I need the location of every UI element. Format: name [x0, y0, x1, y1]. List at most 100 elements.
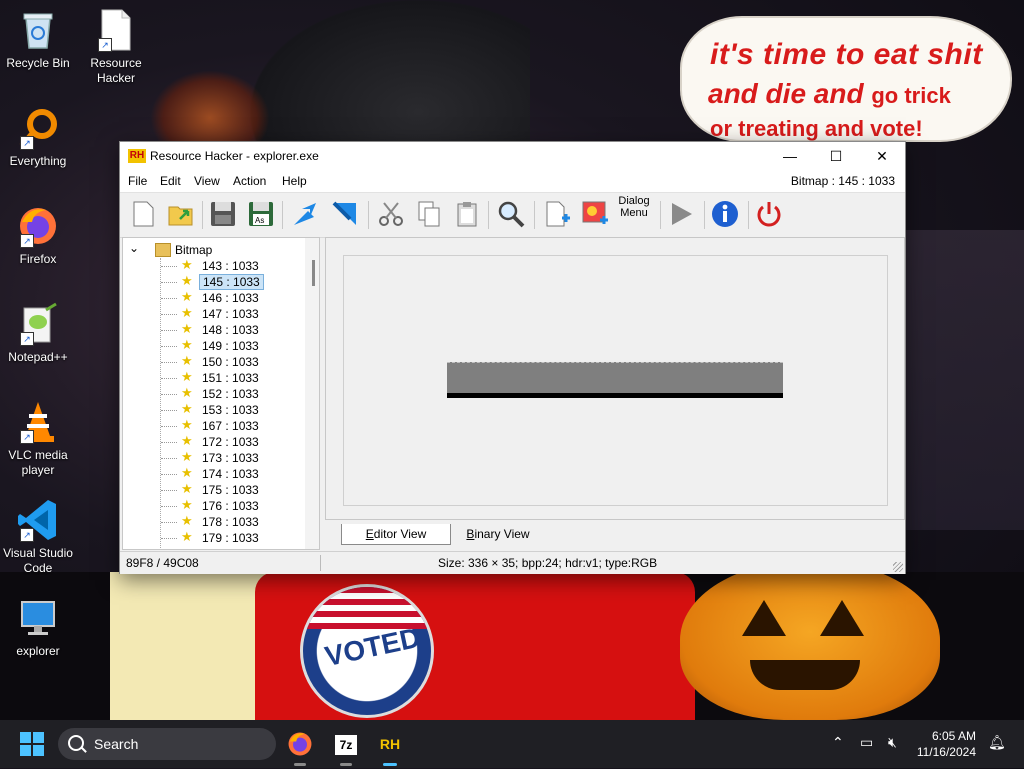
tree-connector	[161, 490, 177, 491]
view-tabs: Editor View Binary View	[325, 522, 903, 548]
taskbar-firefox[interactable]	[284, 728, 316, 766]
paste-clipboard-icon[interactable]	[452, 199, 482, 229]
everything-search-icon: ↗	[16, 106, 60, 150]
star-icon: ★	[181, 257, 193, 272]
tree-item-label: 179 : 1033	[202, 531, 259, 545]
star-icon: ★	[181, 353, 193, 368]
network-icon[interactable]: ▭	[860, 734, 873, 751]
taskbar-7zip[interactable]: 7z	[330, 728, 362, 766]
volume-muted-icon[interactable]: 🔇︎	[888, 734, 897, 751]
add-resource-icon[interactable]	[542, 199, 572, 229]
star-icon: ★	[181, 337, 193, 352]
tree-connector	[161, 314, 177, 315]
pumpkin-eye-right	[820, 600, 864, 636]
compile-arrow-icon[interactable]	[290, 199, 320, 229]
desktop-icon-label: Recycle Bin	[6, 56, 70, 70]
save-as-icon[interactable]: As	[246, 199, 276, 229]
tree-item-label: 149 : 1033	[202, 339, 259, 353]
dialog-menu-button[interactable]: Dialog Menu	[616, 195, 652, 235]
search-icon	[68, 735, 84, 751]
speech-line-3: or treating and vote!	[710, 116, 923, 141]
open-file-icon[interactable]	[166, 199, 196, 229]
tree-connector	[161, 330, 177, 331]
tree-scrollbar[interactable]	[305, 238, 319, 549]
resize-grip[interactable]	[893, 562, 903, 572]
star-icon: ★	[181, 465, 193, 480]
pane-splitter[interactable]	[320, 237, 324, 548]
taskbar-resource-hacker[interactable]: RH	[374, 728, 406, 766]
shortcut-arrow-icon: ↗	[20, 528, 34, 542]
taskbar: Search 7z RH ⌃ ▭ 🔇︎ 6:05 AM 11/16/2024 🔔…	[0, 720, 1024, 768]
menu-help[interactable]: Help	[282, 174, 307, 188]
desktop-icon-recycle-bin[interactable]: Recycle Bin	[0, 8, 76, 71]
save-icon[interactable]	[208, 199, 238, 229]
tab-binary-view[interactable]: Binary View	[455, 524, 541, 544]
menu-edit[interactable]: Edit	[160, 174, 181, 188]
tree-connector	[161, 346, 177, 347]
desktop-icon-vscode[interactable]: ↗ Visual Studio Code	[0, 498, 76, 576]
maximize-button[interactable]: ☐	[813, 142, 859, 170]
desktop-icon-notepad-plus-plus[interactable]: ↗ Notepad++	[0, 302, 76, 365]
resource-tree[interactable]: ⌄ Bitmap ★ 143 : 1033 ★ 145 : 1033 ★ 146 : 10…	[122, 237, 320, 550]
info-icon[interactable]	[710, 199, 740, 229]
cut-scissors-icon[interactable]	[376, 199, 406, 229]
desktop-icon-explorer[interactable]: explorer	[0, 596, 76, 659]
i-voted-text: I VOTED	[306, 621, 423, 676]
start-windows-icon[interactable]	[20, 732, 44, 756]
desktop-icon-label: explorer	[16, 644, 60, 658]
desktop-icon-label: Visual Studio Code	[3, 546, 73, 575]
minimize-button[interactable]: —	[767, 142, 813, 170]
tree-item-label: 153 : 1033	[202, 403, 259, 417]
find-magnifier-icon[interactable]	[496, 199, 526, 229]
exit-power-icon[interactable]	[754, 199, 784, 229]
tree-connector	[161, 506, 177, 507]
desktop-icon-everything[interactable]: ↗ Everything	[0, 106, 76, 169]
run-play-icon[interactable]	[666, 199, 696, 229]
star-icon: ★	[181, 385, 193, 400]
bitmap-bottom-edge	[447, 393, 783, 398]
star-icon: ★	[181, 513, 193, 528]
tree-item-label: 173 : 1033	[202, 451, 259, 465]
desktop-icon-resource-hacker[interactable]: ↗ Resource Hacker	[78, 8, 154, 86]
chevron-up-icon[interactable]: ⌃	[832, 734, 844, 751]
navigate-arrow-icon[interactable]	[330, 199, 360, 229]
menu-view[interactable]: View	[194, 174, 220, 188]
tree-connector	[161, 378, 177, 379]
shortcut-arrow-icon: ↗	[20, 136, 34, 150]
tree-item-label: 172 : 1033	[202, 435, 259, 449]
menu-file[interactable]: File	[128, 174, 147, 188]
bitmap-preview-canvas	[343, 255, 888, 506]
copy-icon[interactable]	[414, 199, 444, 229]
tree-item-label: 151 : 1033	[202, 371, 259, 385]
pumpkin-eye-left	[742, 600, 786, 636]
taskbar-clock[interactable]: 6:05 AM 11/16/2024	[914, 728, 976, 760]
star-icon: ★	[181, 321, 193, 336]
wallpaper-ghost	[110, 572, 270, 720]
firefox-icon	[288, 732, 312, 756]
tree-item-label: 148 : 1033	[202, 323, 259, 337]
tab-editor-accel: E	[365, 527, 374, 541]
pumpkin-mouth	[750, 660, 860, 690]
tab-editor-view[interactable]: Editor View	[341, 524, 451, 545]
desktop-icon-vlc[interactable]: ↗ VLC media player	[0, 400, 76, 478]
svg-text:As: As	[255, 216, 264, 225]
search-placeholder: Search	[94, 736, 139, 752]
desktop-icon-firefox[interactable]: ↗ Firefox	[0, 204, 76, 267]
close-button[interactable]: ✕	[859, 142, 905, 170]
tree-item-label: 145 : 1033	[199, 274, 264, 290]
chevron-down-icon[interactable]: ⌄	[129, 241, 139, 255]
status-separator	[320, 555, 321, 571]
new-file-icon[interactable]	[128, 199, 158, 229]
tree-scrollbar-thumb[interactable]	[312, 260, 315, 286]
menu-action[interactable]: Action	[233, 174, 266, 188]
firefox-icon: ↗	[16, 204, 60, 248]
toolbar-separator	[368, 201, 369, 229]
jack-o-lantern	[680, 560, 940, 720]
taskbar-search-box[interactable]: Search	[58, 728, 276, 760]
tab-editor-label: ditor View	[373, 527, 427, 541]
star-icon: ★	[181, 369, 193, 384]
title-bar[interactable]: RH Resource Hacker - explorer.exe — ☐ ✕	[120, 142, 905, 170]
notification-bell-icon[interactable]: 🔔︎	[988, 734, 1006, 751]
dialog-menu-label-1: Dialog	[618, 195, 650, 207]
add-image-resource-icon[interactable]	[580, 199, 610, 229]
